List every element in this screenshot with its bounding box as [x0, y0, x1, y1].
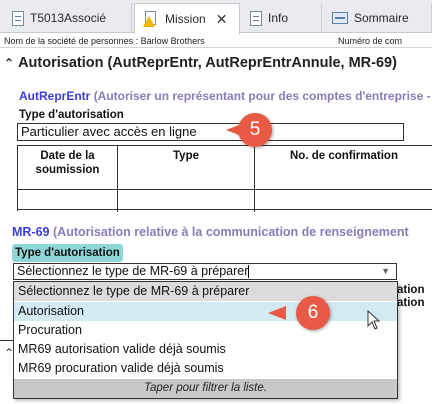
dropdown-option[interactable]: Procuration [14, 321, 397, 340]
divider [0, 340, 14, 341]
close-icon[interactable]: ✕ [216, 11, 228, 28]
callout-badge: 5 [226, 113, 272, 147]
mr69-heading: MR-69 (Autorisation relative à la commun… [12, 225, 409, 239]
authorization-type-label: Type d'autorisation [19, 109, 124, 121]
authorization-type-field[interactable]: Particulier avec accès en ligne [17, 123, 404, 141]
text-cursor [248, 265, 250, 279]
column-submission-date: Date de la soumission [18, 146, 118, 212]
dropdown-arrow-icon[interactable]: ▼ [381, 264, 390, 279]
form-code: AutReprEntr [19, 89, 91, 103]
company-info-bar: Nom de la société de personnes : Barlow … [0, 34, 432, 48]
mr69-type-label: Type d'autorisation [12, 244, 123, 262]
dropdown-option[interactable]: MR69 autorisation valide déjà soumis [14, 340, 397, 359]
company-name: Nom de la société de personnes : Barlow … [4, 36, 205, 46]
tab-label: Mission [165, 12, 206, 26]
section-title: Autorisation (AutReprEntr, AutReprEntrAn… [18, 55, 397, 71]
collapse-chevron-icon[interactable]: ⌃ [4, 56, 14, 70]
select-value: Sélectionnez le type de MR-69 à préparer [17, 264, 249, 278]
document-icon [12, 10, 24, 26]
company-number-label: Numéro de com [338, 36, 403, 46]
section-heading[interactable]: ⌃ Autorisation (AutReprEntr, AutReprEntrA… [4, 55, 397, 71]
warning-document-icon [143, 11, 159, 27]
document-icon [250, 10, 262, 26]
tab-label: Sommaire [354, 11, 409, 25]
summary-icon [332, 12, 348, 24]
callout-number: 6 [296, 296, 330, 330]
tab-t5013associe[interactable]: T5013Associé [4, 3, 132, 33]
mr69-dropdown-list: Sélectionnez le type de MR-69 à préparer… [13, 281, 398, 399]
submission-table: Date de la soumission Type No. de confir… [17, 145, 432, 212]
dropdown-filter-hint: Taper pour filtrer la liste. [14, 379, 397, 398]
dropdown-option[interactable]: MR69 procuration valide déjà soumis [14, 359, 397, 378]
form-description: (Autorisation relative à la communicatio… [53, 225, 409, 239]
form-code: MR-69 [12, 225, 50, 239]
tab-info[interactable]: Info [242, 3, 322, 33]
dropdown-option[interactable]: Autorisation [14, 302, 397, 321]
column-confirmation-number: No. de confirmation [255, 146, 432, 212]
tab-label: Info [268, 11, 289, 25]
table-cell[interactable] [18, 190, 117, 210]
column-header: Type [118, 146, 254, 190]
mr69-type-select[interactable]: Sélectionnez le type de MR-69 à préparer… [13, 263, 397, 280]
column-header: No. de confirmation [255, 146, 432, 190]
dropdown-option[interactable]: Sélectionnez le type de MR-69 à préparer [14, 282, 397, 301]
tab-label: T5013Associé [30, 11, 107, 25]
mouse-pointer-icon [367, 310, 381, 330]
table-cell[interactable] [118, 190, 254, 210]
tab-mission[interactable]: Mission ✕ [134, 3, 240, 34]
form-description: (Autoriser un représentant pour des comp… [93, 89, 431, 103]
tab-sommaire[interactable]: Sommaire [324, 3, 432, 33]
callout-pointer [268, 306, 286, 320]
column-header: Date de la soumission [18, 146, 117, 190]
callout-badge: 6 [268, 296, 330, 330]
table-cell[interactable] [255, 190, 432, 210]
column-type: Type [118, 146, 255, 212]
tab-bar: T5013Associé Mission ✕ Info Sommaire [0, 0, 432, 34]
autreprentr-heading: AutReprEntr (Autoriser un représentant p… [19, 89, 431, 103]
callout-number: 5 [238, 113, 272, 147]
